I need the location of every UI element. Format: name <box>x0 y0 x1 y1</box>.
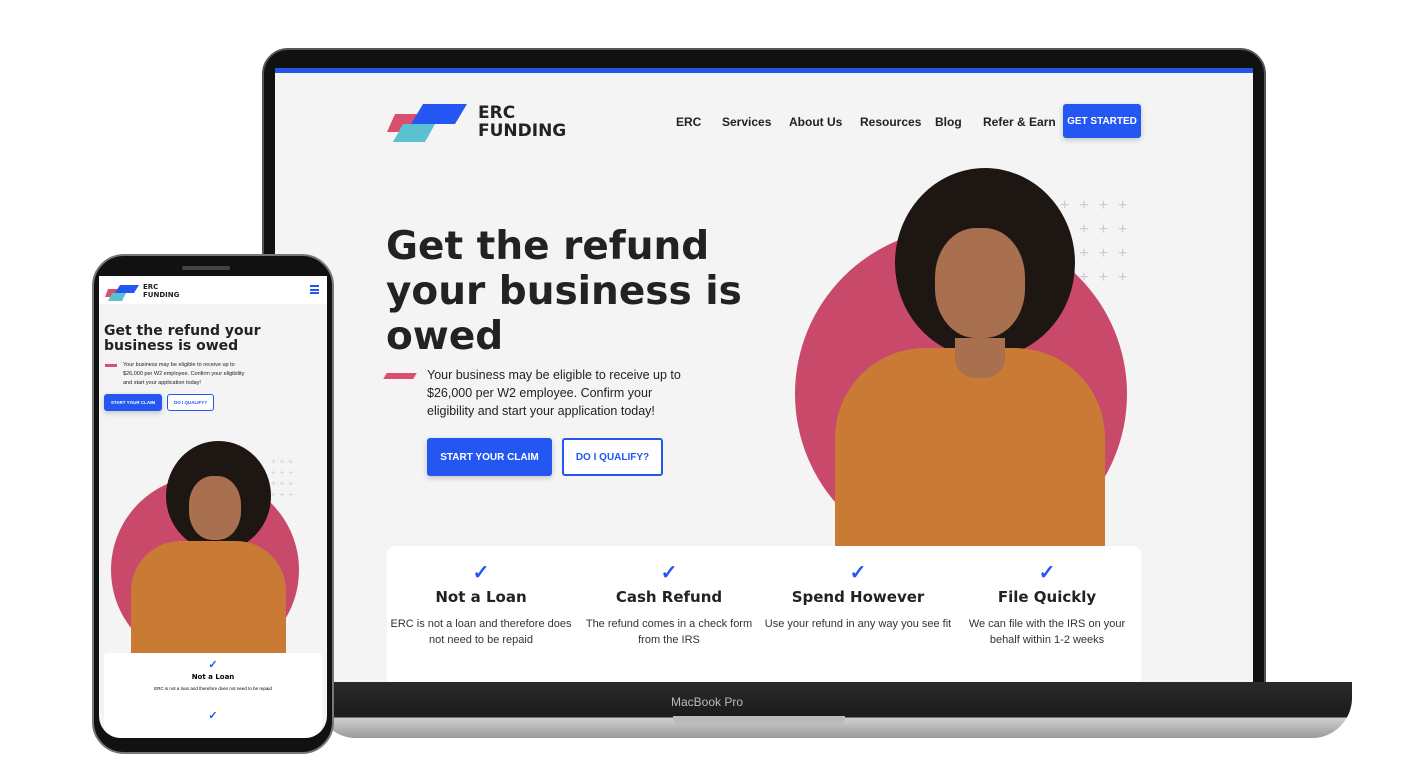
nav-services[interactable]: Services <box>722 115 771 129</box>
hero-text: Your business may be eligible to receive… <box>427 368 681 418</box>
qualify-button[interactable]: DO I QUALIFY? <box>167 394 214 411</box>
nav-blog[interactable]: Blog <box>935 115 962 129</box>
hero-title-line: your business is <box>386 269 742 314</box>
check-icon: ✓ <box>849 562 867 584</box>
check-icon: ✓ <box>472 562 490 584</box>
get-started-button[interactable]: GET STARTED <box>1063 104 1141 138</box>
laptop-notch <box>673 716 845 726</box>
phone-screen: ERC FUNDING Get the refund your business… <box>99 276 327 738</box>
feature-title: Not a Loan <box>435 588 527 606</box>
logo-mark-icon <box>387 104 467 142</box>
hero-image <box>795 168 1155 560</box>
feature-spend-however: ✓ Spend However Use your refund in any way… <box>764 546 952 632</box>
check-icon: ✓ <box>208 659 218 671</box>
logo-mark-icon <box>105 285 139 301</box>
start-claim-button[interactable]: START YOUR CLAIM <box>427 438 552 476</box>
feature-title: File Quickly <box>997 588 1097 606</box>
qualify-button[interactable]: DO I QUALIFY? <box>562 438 663 476</box>
nav-about[interactable]: About Us <box>789 115 842 129</box>
check-icon: ✓ <box>1038 562 1056 584</box>
features-card: ✓ Not a Loan ERC is not a loan and therefo… <box>387 546 1141 682</box>
feature-text: We can file with the IRS on your behalf … <box>968 618 1126 646</box>
feature-text: The refund comes in a check form from th… <box>585 618 753 646</box>
logo-line2: FUNDING <box>143 291 180 299</box>
logo-line1: ERC <box>478 103 516 123</box>
nav-resources[interactable]: Resources <box>860 115 921 129</box>
phone-speaker <box>182 266 230 270</box>
features-card: ✓ Not a Loan ERC is not a loan and there… <box>104 653 322 738</box>
top-accent-bar <box>275 68 1253 73</box>
feature-file-quickly: ✓ File Quickly We can file with the IRS on… <box>953 546 1141 648</box>
accent-dash <box>383 373 417 379</box>
start-claim-button[interactable]: START YOUR CLAIM <box>104 394 162 411</box>
feature-title: Spend However <box>791 588 925 606</box>
check-icon: ✓ <box>660 562 678 584</box>
hero-title: Get the refund your business is owed <box>104 323 261 354</box>
hero-text: Your business may be eligible to receive… <box>123 362 245 386</box>
hero-title: Get the refund your business is owed <box>386 224 742 359</box>
logo-line1: ERC <box>143 283 159 291</box>
feature-text: ERC is not a loan and therefore does not… <box>390 618 572 646</box>
feature-text: ERC is not a loan and therefore does not… <box>154 686 272 691</box>
logo-line2: FUNDING <box>478 121 567 141</box>
laptop-base <box>316 682 1352 738</box>
check-icon: ✓ <box>208 710 218 722</box>
hero-image <box>111 441 301 664</box>
hero-title-line: Get the refund <box>386 224 710 269</box>
accent-dash <box>105 364 117 367</box>
logo[interactable]: ERC FUNDING <box>387 102 567 144</box>
feature-cash-refund: ✓ Cash Refund The refund comes in a check … <box>575 546 763 648</box>
hamburger-icon[interactable] <box>310 285 319 294</box>
feature-text: Use your refund in any way you see fit <box>764 618 952 630</box>
feature-title: Cash Refund <box>615 588 723 606</box>
laptop-screen: ERC FUNDING ERC Services About Us Resour… <box>275 68 1253 682</box>
nav-erc[interactable]: ERC <box>676 115 701 129</box>
nav-refer[interactable]: Refer & Earn <box>983 115 1056 129</box>
feature-title: Not a Loan <box>191 673 235 681</box>
feature-not-a-loan: ✓ Not a Loan ERC is not a loan and therefo… <box>387 546 575 648</box>
hero-title-line: owed <box>386 314 504 359</box>
